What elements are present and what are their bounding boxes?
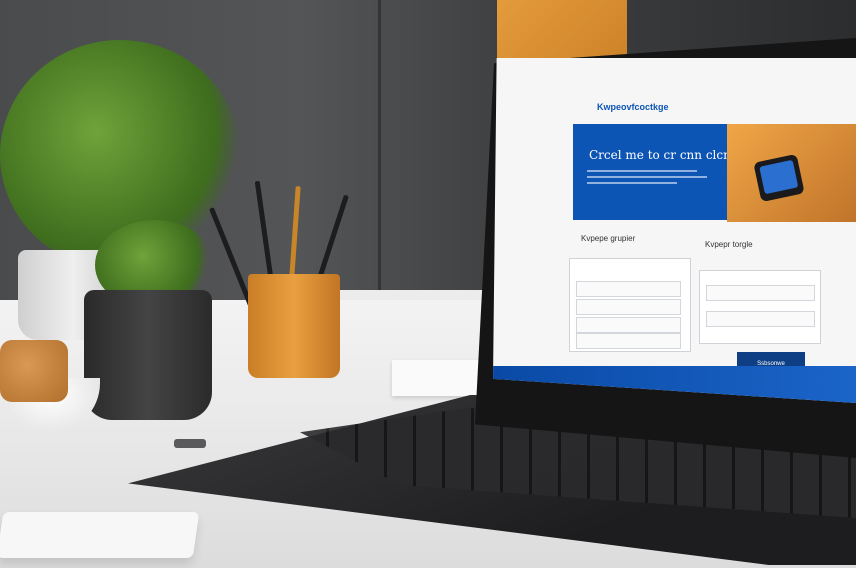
hero-banner	[573, 124, 737, 220]
hero-image	[727, 124, 856, 222]
white-tablet	[0, 512, 200, 558]
hero-title: Crcel me to cr cnn clcmt	[589, 148, 740, 162]
black-plant-pot	[84, 290, 212, 420]
site-brand[interactable]: Kwpeovfcoctkge	[597, 102, 669, 112]
hero-text-line	[587, 176, 707, 178]
form-input[interactable]	[576, 333, 681, 349]
phone-image	[753, 153, 805, 203]
phone-screen	[759, 159, 799, 195]
white-notebook	[392, 360, 484, 396]
form-input[interactable]	[576, 299, 681, 315]
hero-text-line	[587, 170, 697, 172]
form-input[interactable]	[576, 317, 681, 333]
hero-text-line	[587, 182, 677, 184]
form-input[interactable]	[706, 285, 815, 301]
section-heading-right: Kvpepr torgle	[705, 240, 753, 249]
form-right	[699, 270, 821, 344]
section-heading-left: Kvpepe grupier	[581, 234, 636, 243]
wall-seam	[378, 0, 381, 320]
form-input[interactable]	[706, 311, 815, 327]
cork-block	[0, 340, 68, 402]
pen-cup	[248, 274, 340, 378]
laptop-screen: Kwpeovfcoctkge Crcel me to cr cnn clcmt …	[493, 58, 856, 403]
form-left	[569, 258, 691, 352]
form-input[interactable]	[576, 281, 681, 297]
usb-drive	[174, 439, 206, 448]
